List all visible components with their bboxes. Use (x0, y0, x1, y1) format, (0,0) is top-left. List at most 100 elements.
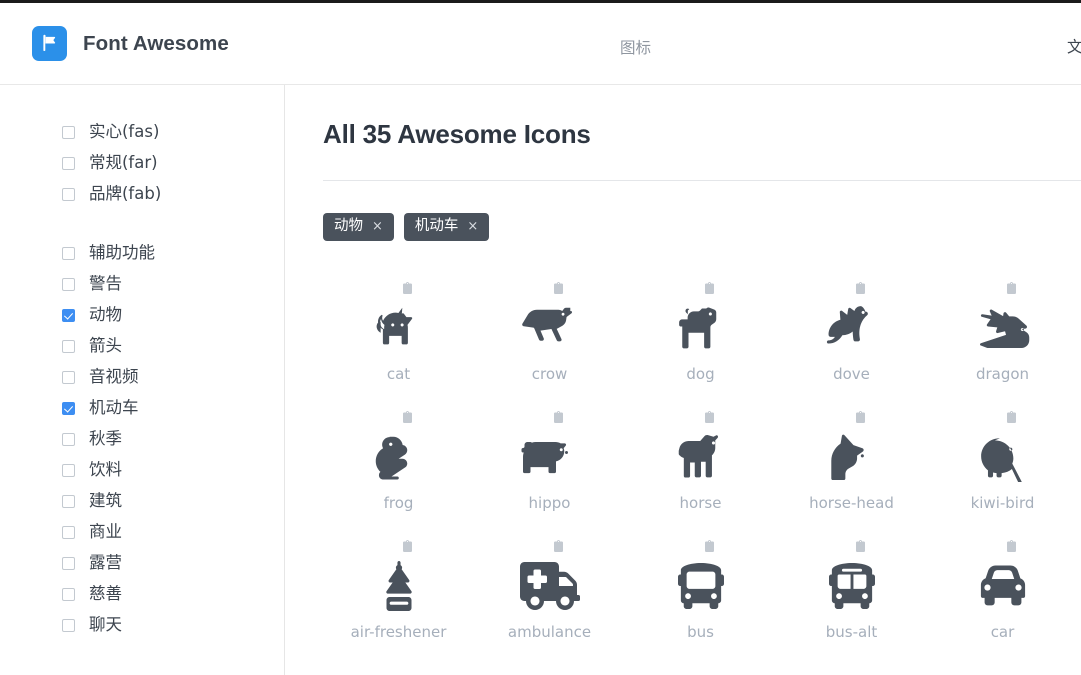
sidebar-category-filter-6[interactable]: 秋季 (0, 424, 284, 455)
checkbox-icon[interactable] (62, 557, 75, 570)
clipboard-icon[interactable] (554, 410, 563, 422)
clipboard-icon[interactable] (1007, 281, 1016, 293)
checkbox-icon[interactable] (62, 278, 75, 291)
clipboard-icon[interactable] (554, 539, 563, 551)
clipboard-icon[interactable] (403, 539, 412, 551)
app-header: Font Awesome 图标 文档 (0, 3, 1081, 85)
checkbox-icon[interactable] (62, 340, 75, 353)
icon-card[interactable]: frog (323, 398, 474, 527)
dragon-icon (971, 302, 1035, 354)
sidebar-style-filter-2[interactable]: 品牌(fab) (0, 179, 284, 210)
horse-head-icon (820, 431, 884, 483)
sidebar-style-filter-label: 常规(far) (89, 155, 158, 172)
filter-sidebar: 实心(fas) 常规(far) 品牌(fab) 辅助功能警告动物箭头音视频机动车秋季… (0, 85, 285, 675)
clipboard-icon[interactable] (403, 281, 412, 293)
checkbox-checked-icon[interactable] (62, 402, 75, 415)
sidebar-category-filter-label: 聊天 (89, 617, 122, 634)
icon-card[interactable]: car (927, 527, 1078, 656)
filter-tag-label: 动物 (334, 219, 363, 234)
sidebar-category-filter-0[interactable]: 辅助功能 (0, 238, 284, 269)
checkbox-checked-icon[interactable] (62, 309, 75, 322)
checkbox-icon[interactable] (62, 371, 75, 384)
clipboard-icon[interactable] (856, 281, 865, 293)
icon-label: dove (833, 365, 870, 383)
icon-card[interactable]: cat (323, 269, 474, 398)
checkbox-icon[interactable] (62, 588, 75, 601)
icon-label: bus-alt (826, 623, 878, 641)
flag-icon (32, 26, 67, 61)
clipboard-icon[interactable] (1007, 410, 1016, 422)
clipboard-icon[interactable] (856, 539, 865, 551)
icon-card[interactable]: horse (625, 398, 776, 527)
category-filter-list: 辅助功能警告动物箭头音视频机动车秋季饮料建筑商业露营慈善聊天 (0, 238, 284, 641)
brand-title: Font Awesome (83, 32, 229, 56)
car-icon (971, 560, 1035, 612)
clipboard-icon[interactable] (705, 410, 714, 422)
icon-card[interactable]: horse-head (776, 398, 927, 527)
nav-link-icons[interactable]: 图标 (620, 36, 651, 58)
checkbox-icon[interactable] (62, 188, 75, 201)
nav-link-docs[interactable]: 文档 (1067, 35, 1081, 57)
clipboard-icon[interactable] (705, 281, 714, 293)
style-filter-list: 实心(fas) 常规(far) 品牌(fab) (0, 117, 284, 210)
clipboard-icon[interactable] (856, 410, 865, 422)
filter-tag-0[interactable]: 动物 × (323, 213, 394, 241)
close-icon[interactable]: × (372, 220, 383, 233)
icon-card[interactable]: bus (625, 527, 776, 656)
sidebar-category-filter-5[interactable]: 机动车 (0, 393, 284, 424)
page-title: All 35 Awesome Icons (323, 119, 1081, 150)
checkbox-icon[interactable] (62, 126, 75, 139)
checkbox-icon[interactable] (62, 433, 75, 446)
sidebar-category-filter-12[interactable]: 聊天 (0, 610, 284, 641)
sidebar-category-filter-label: 秋季 (89, 431, 122, 448)
clipboard-icon[interactable] (1007, 539, 1016, 551)
sidebar-category-filter-10[interactable]: 露营 (0, 548, 284, 579)
icon-grid: catcrow dog dove dragon frog hippo horsehorse-… (323, 269, 1081, 656)
filter-tag-1[interactable]: 机动车× (404, 213, 489, 241)
sidebar-category-filter-8[interactable]: 建筑 (0, 486, 284, 517)
sidebar-category-filter-label: 箭头 (89, 338, 122, 355)
sidebar-category-filter-1[interactable]: 警告 (0, 269, 284, 300)
icon-card[interactable]: bus-alt (776, 527, 927, 656)
sidebar-category-filter-label: 饮料 (89, 462, 122, 479)
sidebar-category-filter-label: 音视频 (89, 369, 139, 386)
cat-icon (367, 302, 431, 354)
main-content: All 35 Awesome Icons 动物×机动车× catcrowdogd… (285, 85, 1081, 675)
frog-icon (367, 431, 431, 483)
sidebar-style-filter-1[interactable]: 常规(far) (0, 148, 284, 179)
brand-logo-link[interactable]: Font Awesome (32, 26, 229, 61)
icon-card[interactable]: dove (776, 269, 927, 398)
icon-label: dog (686, 365, 714, 383)
icon-card[interactable]: ambulance (474, 527, 625, 656)
checkbox-icon[interactable] (62, 247, 75, 260)
close-icon[interactable]: × (467, 220, 478, 233)
icon-card[interactable]: dog (625, 269, 776, 398)
checkbox-icon[interactable] (62, 495, 75, 508)
clipboard-icon[interactable] (705, 539, 714, 551)
sidebar-category-filter-7[interactable]: 饮料 (0, 455, 284, 486)
icon-label: hippo (529, 494, 571, 512)
sidebar-category-filter-3[interactable]: 箭头 (0, 331, 284, 362)
icon-label: air-freshener (351, 623, 447, 641)
icon-card[interactable]: air-freshener (323, 527, 474, 656)
sidebar-style-filter-0[interactable]: 实心(fas) (0, 117, 284, 148)
checkbox-icon[interactable] (62, 619, 75, 632)
icon-label: frog (384, 494, 414, 512)
sidebar-category-filter-2[interactable]: 动物 (0, 300, 284, 331)
sidebar-category-filter-label: 慈善 (89, 586, 122, 603)
icon-card[interactable]: kiwi-bird (927, 398, 1078, 527)
sidebar-category-filter-4[interactable]: 音视频 (0, 362, 284, 393)
checkbox-icon[interactable] (62, 157, 75, 170)
icon-card[interactable]: hippo (474, 398, 625, 527)
icon-card[interactable]: dragon (927, 269, 1078, 398)
clipboard-icon[interactable] (403, 410, 412, 422)
icon-label: ambulance (508, 623, 591, 641)
icon-card[interactable]: crow (474, 269, 625, 398)
sidebar-category-filter-9[interactable]: 商业 (0, 517, 284, 548)
checkbox-icon[interactable] (62, 464, 75, 477)
sidebar-style-filter-label: 实心(fas) (89, 124, 159, 141)
checkbox-icon[interactable] (62, 526, 75, 539)
sidebar-category-filter-11[interactable]: 慈善 (0, 579, 284, 610)
sidebar-category-filter-label: 露营 (89, 555, 122, 572)
clipboard-icon[interactable] (554, 281, 563, 293)
